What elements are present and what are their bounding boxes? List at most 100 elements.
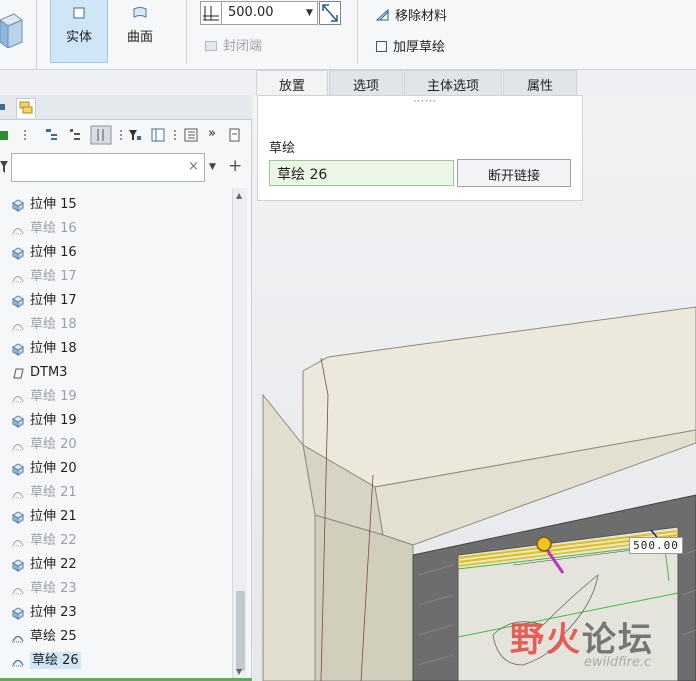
surface-button[interactable]: 曲面 [111,0,169,63]
tree-item[interactable]: 草绘 16 [0,217,232,241]
tree-item-label: 草绘 20 [30,437,77,452]
solid-button[interactable]: 实体 [50,0,108,63]
checkbox-icon[interactable] [376,41,387,52]
cap-ends-label: 封闭端 [223,39,263,54]
sketch-icon [12,635,24,643]
tree-item[interactable]: 拉伸 22 [0,553,232,577]
tree-item[interactable]: 草绘 25 [0,625,232,649]
tree-item[interactable]: 草绘 18 [0,313,232,337]
tree-item-label: 拉伸 17 [30,293,77,308]
more-chevron-icon[interactable]: » [208,126,216,141]
tree-columns-icon[interactable] [90,125,112,145]
tree-item-label: 草绘 26 [30,652,81,669]
search-filter-icon[interactable] [0,161,8,173]
panel-tab-model-tree-icon[interactable] [0,103,6,111]
tree-item-label: 草绘 16 [30,221,77,236]
tree-item-label: 拉伸 20 [30,461,77,476]
tree-scrollbar[interactable]: ▲ ▼ [232,188,247,678]
sketch-collector-field[interactable]: 草绘 26 [269,160,454,186]
unlink-button[interactable]: 断开链接 [457,159,571,187]
tree-item[interactable]: 拉伸 21 [0,505,232,529]
tree-item[interactable]: 草绘 26 [0,649,232,673]
tree-item[interactable]: 草绘 20 [0,433,232,457]
dashboard-tabs: 放置 选项 主体选项 属性 [256,70,578,95]
sketch-icon [12,227,24,235]
placement-panel: ⋯⋯ 草绘 草绘 26 断开链接 [257,94,583,201]
watermark-text-1: 野火 [510,620,582,660]
model-tree: 拉伸 15 草绘 16 拉伸 16 草绘 17 拉伸 17 草绘 18 拉伸 18 DTM3 草… [0,193,232,673]
ribbon-separator [36,0,37,70]
ribbon-separator [186,0,187,64]
tab-properties[interactable]: 属性 [503,70,577,95]
sketch-icon [12,275,24,283]
depth-dimension-label[interactable]: 500.00 [629,537,683,554]
extrude-cube-icon [0,13,23,48]
list-view-icon[interactable] [184,128,198,142]
remove-material-label: 移除材料 [395,9,448,24]
cap-ends-icon [205,41,217,51]
tree-item[interactable]: 拉伸 23 [0,601,232,625]
solid-label: 实体 [65,30,92,45]
watermark-url: ewildfire.c [584,655,652,670]
tree-item[interactable]: 草绘 21 [0,481,232,505]
chevron-down-icon[interactable]: ▼ [306,8,313,18]
thicken-sketch-checkbox[interactable]: 加厚草绘 [376,36,445,55]
tree-item[interactable]: 拉伸 18 [0,337,232,361]
remove-material-toggle[interactable]: 移除材料 [376,5,447,24]
tree-item[interactable]: 拉伸 20 [0,457,232,481]
drag-handle-icon[interactable] [536,536,552,552]
tree-item[interactable]: DTM3 [0,361,232,385]
depth-value-input[interactable]: 500.00 [222,1,318,25]
tab-options[interactable]: 选项 [329,70,403,95]
tab-body-options[interactable]: 主体选项 [404,70,502,95]
tree-filter-icon[interactable] [45,128,59,142]
table-settings-icon[interactable] [151,128,165,142]
tree-item[interactable]: 拉伸 19 [0,409,232,433]
tab-placement[interactable]: 放置 [256,70,328,95]
extrude-icon [12,559,24,572]
filter-funnel-icon[interactable] [128,128,142,142]
panel-tab-layers[interactable] [16,98,36,118]
tree-item-label: 拉伸 15 [30,197,77,212]
tree-item[interactable]: 草绘 17 [0,265,232,289]
tree-item-label: 拉伸 19 [30,413,77,428]
flip-direction-button[interactable] [319,1,341,25]
panel-grip-icon[interactable]: ⋯⋯ [413,94,437,107]
tree-search-input[interactable] [11,153,205,182]
sketch-icon [12,323,24,331]
tree-item[interactable]: 草绘 22 [0,529,232,553]
extrude-icon [12,415,24,428]
scroll-down-icon[interactable]: ▼ [236,667,242,676]
search-dropdown-chevron-icon[interactable]: ▼ [209,162,216,172]
expand-tree-icon[interactable] [68,128,82,142]
tree-item[interactable]: 草绘 23 [0,577,232,601]
tree-item-label: 拉伸 23 [30,605,77,620]
left-column-front [314,514,414,681]
watermark-text-2: 论坛 [582,620,654,660]
tree-item[interactable]: 拉伸 15 [0,193,232,217]
add-filter-icon[interactable]: + [228,156,242,176]
show-icon[interactable] [0,128,14,142]
layers-icon [19,101,33,114]
clear-search-icon[interactable]: × [188,159,199,174]
blind-depth-icon [203,6,219,21]
extrude-icon [12,463,24,476]
tree-item-label: 草绘 17 [30,269,77,284]
extrude-icon [12,343,24,356]
tree-toolbar: » [0,123,252,149]
extrude-icon [12,511,24,524]
tree-item-label: 草绘 19 [30,389,77,404]
depth-option-icon[interactable] [200,1,222,25]
tree-item[interactable]: 拉伸 16 [0,241,232,265]
sketch-icon [12,395,24,403]
remove-material-icon [376,9,389,21]
tree-item[interactable]: 草绘 19 [0,385,232,409]
scroll-up-icon[interactable]: ▲ [236,191,242,200]
sketch-label: 草绘 [269,141,296,156]
sketch-icon [12,491,24,499]
document-icon[interactable] [228,128,242,142]
scrollbar-thumb[interactable] [236,591,245,671]
datum-plane-icon [13,368,24,379]
tree-item[interactable]: 拉伸 17 [0,289,232,313]
tree-item-label: 草绘 22 [30,533,77,548]
